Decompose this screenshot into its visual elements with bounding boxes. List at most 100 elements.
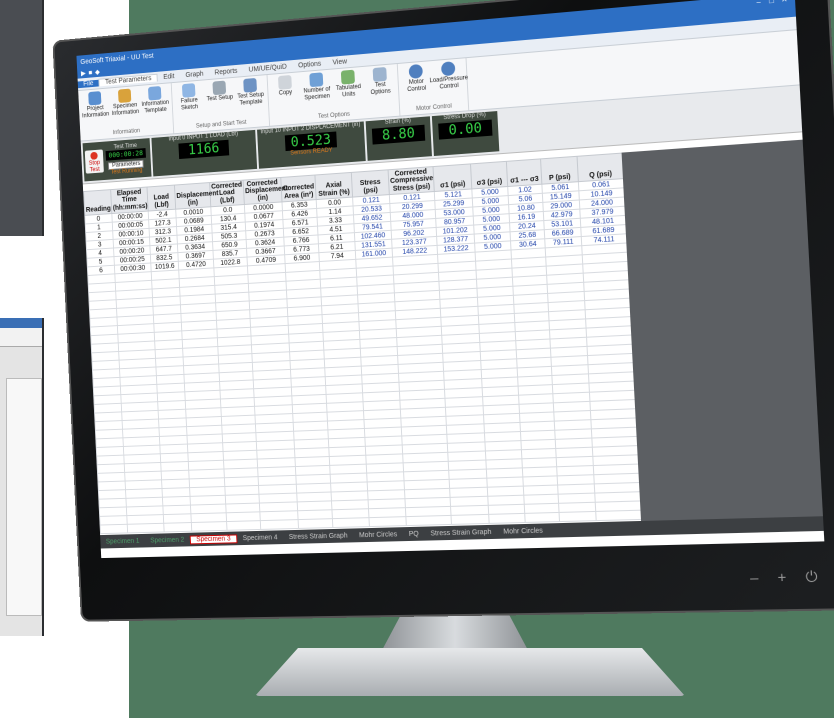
col-header[interactable]: Corrected Area (in²): [281, 175, 316, 202]
save-icon[interactable]: ◆: [95, 68, 100, 76]
play-icon[interactable]: ▶: [81, 69, 86, 77]
file-menu[interactable]: File: [78, 79, 99, 87]
setup-icon: [212, 81, 226, 96]
test-running-status: Test Running: [111, 168, 143, 176]
menu-options[interactable]: Options: [292, 60, 327, 70]
number-of-specimen-button[interactable]: Number of Specimen: [302, 72, 333, 116]
right-empty-pane: [622, 140, 823, 521]
project-information-button[interactable]: Project Information: [81, 90, 110, 132]
col-header[interactable]: σ3 (psi): [471, 161, 508, 189]
options-icon: [373, 67, 387, 82]
tab-mohr-circles-2[interactable]: Mohr Circles: [497, 527, 549, 535]
ribbon-group-test-options: Copy Number of Specimen Tabulated Units …: [268, 64, 401, 126]
col-header[interactable]: P (psi): [541, 156, 579, 184]
background-window-bottom: [0, 318, 44, 636]
empty-cell[interactable]: [332, 518, 369, 528]
empty-cell[interactable]: [298, 519, 333, 529]
table-body: 0 00:00:00 -2.4 0.0010 0.0 0.0000 6.353 0.00 0.1…: [85, 179, 641, 534]
menu-reports[interactable]: Reports: [209, 67, 243, 77]
empty-cell[interactable]: [406, 515, 452, 525]
specimen-information-button[interactable]: Specimen Information: [111, 88, 140, 130]
motor-control-button[interactable]: Motor Control: [401, 63, 433, 107]
empty-cell[interactable]: [127, 523, 164, 533]
ribbon-group-information: Project Information Specimen Information…: [78, 83, 174, 140]
test-options-button[interactable]: Test Options: [365, 66, 396, 110]
col-header[interactable]: Axial Strain (%): [315, 172, 353, 199]
tab-stress-strain-graph[interactable]: Stress Strain Graph: [283, 532, 353, 541]
empty-cell[interactable]: [489, 513, 526, 523]
strain-gauge: Strain (%) 8.80: [366, 116, 432, 161]
col-header[interactable]: Corrected Compressive Stress (psi): [388, 167, 434, 195]
test-time-value: 000:00:28: [106, 148, 146, 161]
empty-cell[interactable]: [100, 524, 128, 533]
menu-graph[interactable]: Graph: [180, 70, 209, 79]
setup-template-icon: [243, 78, 257, 93]
stress-drop-gauge-value: 0.00: [438, 120, 492, 140]
load-gauge: Input 0 INPUT 1 LOAD (Lbf) 1166: [151, 130, 257, 177]
empty-cell[interactable]: [164, 523, 192, 532]
stop-icon[interactable]: ■: [88, 69, 92, 76]
data-grid: Reading Elapsed Time (hh:mm:ss) Load (Lb…: [83, 153, 641, 535]
monitor-bezel: GeoSoft Triaxial - UU Test – □ ✕ ▶ ■ ◆ F…: [52, 0, 834, 622]
number-icon: [309, 72, 323, 87]
col-header[interactable]: σ1 --- σ3: [506, 159, 541, 187]
col-header[interactable]: Load (Lbf): [147, 185, 176, 211]
tab-specimen-4[interactable]: Specimen 4: [237, 534, 283, 542]
menu-um-ue-quid[interactable]: UM/UE/QuiD: [243, 63, 293, 74]
plus-icon[interactable]: +: [777, 568, 787, 586]
copy-icon: [278, 75, 292, 90]
empty-cell[interactable]: [596, 510, 641, 520]
empty-cell[interactable]: [191, 522, 227, 532]
empty-cell[interactable]: [559, 511, 596, 521]
col-header[interactable]: Corrected Displacement (in): [243, 177, 282, 204]
ribbon-group-motor-control: Motor Control Load/Pressure Control Moto…: [398, 58, 469, 115]
stress-drop-gauge: Stress Drop (%) 0.00: [432, 111, 499, 156]
displacement-gauge: Input 10 INPUT 2 DISPLACEMENT (in) 0.523…: [257, 121, 366, 168]
specimen-icon: [118, 89, 131, 103]
col-header[interactable]: Q (psi): [577, 153, 623, 182]
menu-view[interactable]: View: [327, 57, 353, 66]
tab-specimen-3[interactable]: Specimen 3: [190, 534, 238, 544]
empty-cell[interactable]: [525, 512, 560, 522]
col-header[interactable]: Displacement (in): [174, 183, 210, 210]
failure-sketch-button[interactable]: Failure Sketch: [175, 82, 205, 125]
motor-icon: [409, 64, 423, 79]
background-window-top: [0, 0, 44, 236]
monitor-screen: GeoSoft Triaxial - UU Test – □ ✕ ▶ ■ ◆ F…: [76, 0, 824, 558]
monitor-stand-base: [255, 648, 685, 696]
information-template-button[interactable]: Information Template: [141, 85, 170, 128]
menu-edit[interactable]: Edit: [158, 72, 180, 81]
minimize-button[interactable]: –: [752, 0, 765, 6]
tab-specimen-2[interactable]: Specimen 2: [145, 536, 190, 544]
tab-specimen-1[interactable]: Specimen 1: [100, 537, 145, 545]
test-control-panel: Stop Test Test Time 000:00:28 Parameters…: [83, 138, 152, 181]
pressure-icon: [441, 61, 456, 76]
close-button[interactable]: ✕: [778, 0, 791, 5]
results-table: Reading Elapsed Time (hh:mm:ss) Load (Lb…: [83, 153, 641, 535]
tabulated-units-button[interactable]: Tabulated Units: [333, 69, 364, 113]
col-header[interactable]: Reading: [84, 190, 112, 216]
empty-cell[interactable]: [369, 517, 406, 527]
test-setup-button[interactable]: Test Setup: [205, 80, 235, 123]
test-time-box: Test Time 000:00:28 Parameters Test Runn…: [105, 142, 146, 176]
bezel-controls: – + ⏻: [750, 568, 819, 587]
empty-cell[interactable]: [451, 514, 489, 524]
empty-cell[interactable]: [227, 521, 261, 531]
load-pressure-control-button[interactable]: Load/Pressure Control: [433, 60, 465, 104]
stop-test-button[interactable]: Stop Test: [85, 149, 104, 173]
col-header[interactable]: Elapsed Time (hh:mm:ss): [111, 187, 149, 214]
copy-button[interactable]: Copy: [270, 74, 300, 117]
col-header[interactable]: σ1 (psi): [433, 164, 472, 192]
col-header[interactable]: Stress (psi): [351, 170, 389, 197]
strain-gauge-value: 8.80: [372, 125, 425, 145]
power-icon[interactable]: ⏻: [805, 568, 818, 586]
maximize-button[interactable]: □: [765, 0, 778, 5]
stop-icon: [90, 152, 98, 160]
tab-stress-strain-graph-2[interactable]: Stress Strain Graph: [424, 528, 497, 537]
units-icon: [341, 70, 355, 85]
tab-mohr-circles[interactable]: Mohr Circles: [353, 531, 403, 539]
test-setup-template-button[interactable]: Test Setup Template: [236, 77, 266, 120]
minus-icon[interactable]: –: [750, 569, 759, 587]
tab-pq[interactable]: PQ: [403, 530, 425, 538]
empty-cell[interactable]: [260, 520, 298, 530]
